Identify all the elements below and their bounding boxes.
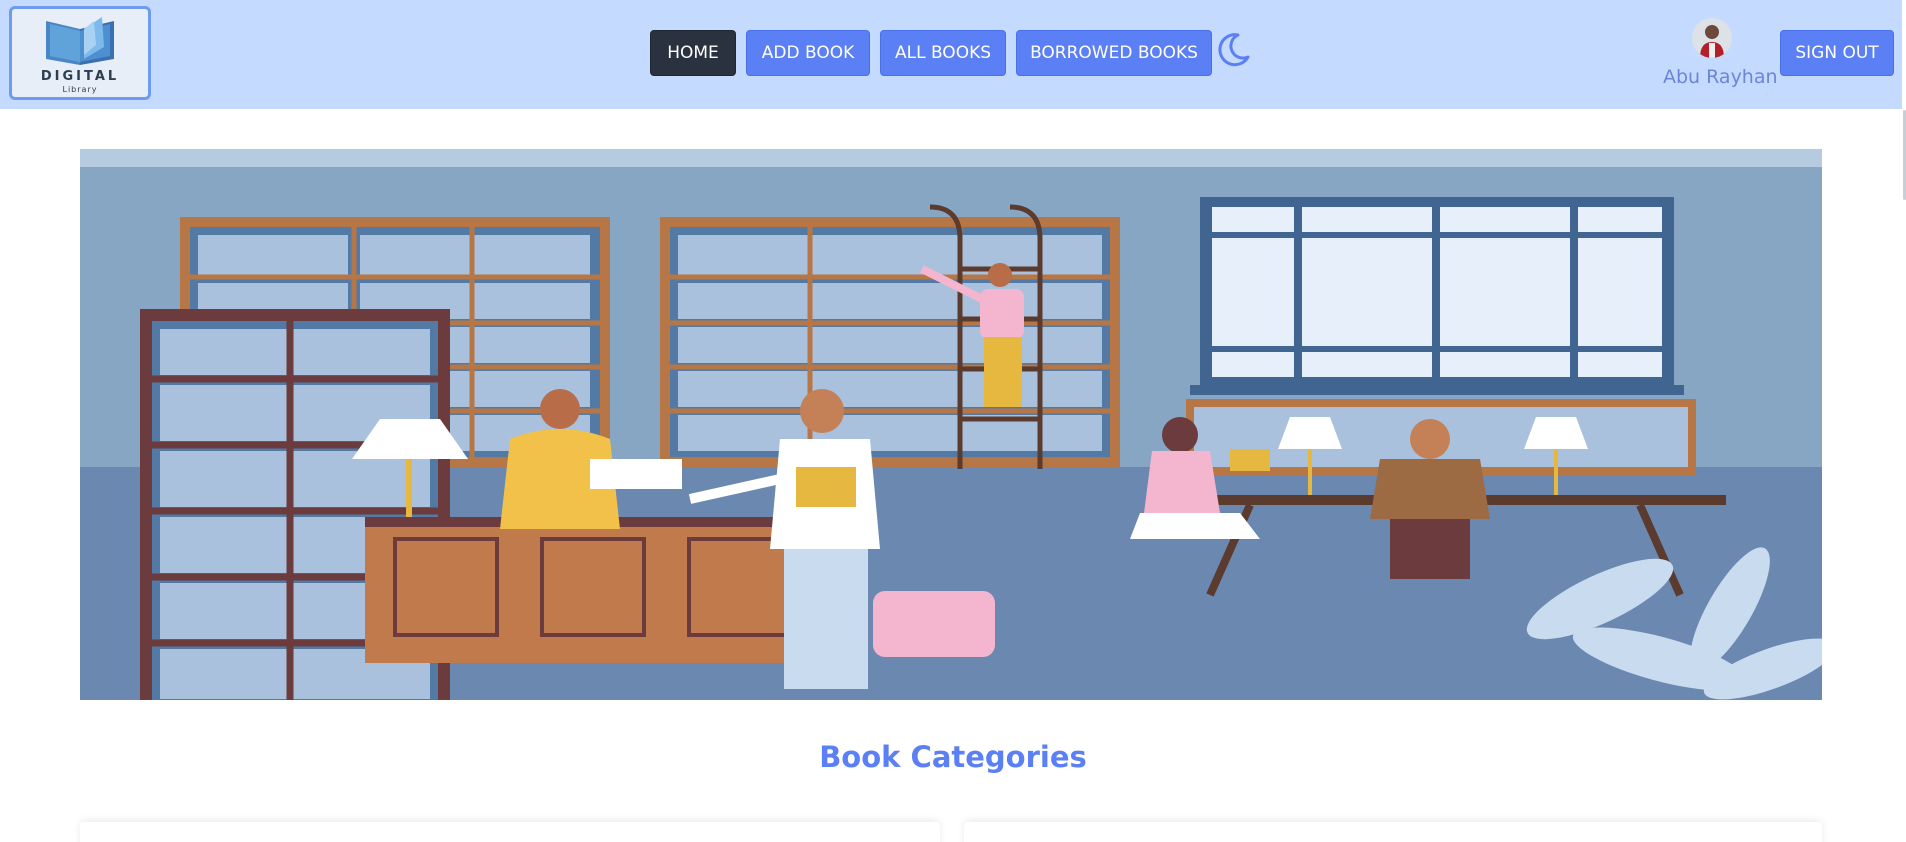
nav-add-book-button[interactable]: ADD BOOK [746, 30, 870, 76]
nav-home-button[interactable]: HOME [650, 30, 736, 76]
library-illustration [80, 149, 1822, 700]
page: DIGITAL Library HOME ADD BOOK ALL BOOKS … [0, 0, 1906, 842]
navbar: DIGITAL Library HOME ADD BOOK ALL BOOKS … [0, 0, 1902, 109]
moon-icon[interactable] [1214, 31, 1252, 69]
sign-out-button[interactable]: SIGN OUT [1780, 30, 1894, 76]
nav-all-books-button[interactable]: ALL BOOKS [880, 30, 1006, 76]
nav-borrowed-books-button[interactable]: BORROWED BOOKS [1016, 30, 1212, 76]
avatar[interactable] [1692, 18, 1732, 58]
logo-subtitle: Library [62, 85, 98, 94]
category-card[interactable] [964, 822, 1822, 842]
book-logo-icon [46, 17, 114, 65]
category-card[interactable] [80, 822, 940, 842]
logo-title: DIGITAL [40, 69, 120, 84]
logo[interactable]: DIGITAL Library [9, 6, 151, 100]
user-name: Abu Rayhan [1663, 66, 1778, 88]
section-title: Book Categories [819, 740, 1087, 774]
scrollbar[interactable] [1902, 0, 1906, 842]
hero-banner [80, 149, 1822, 700]
